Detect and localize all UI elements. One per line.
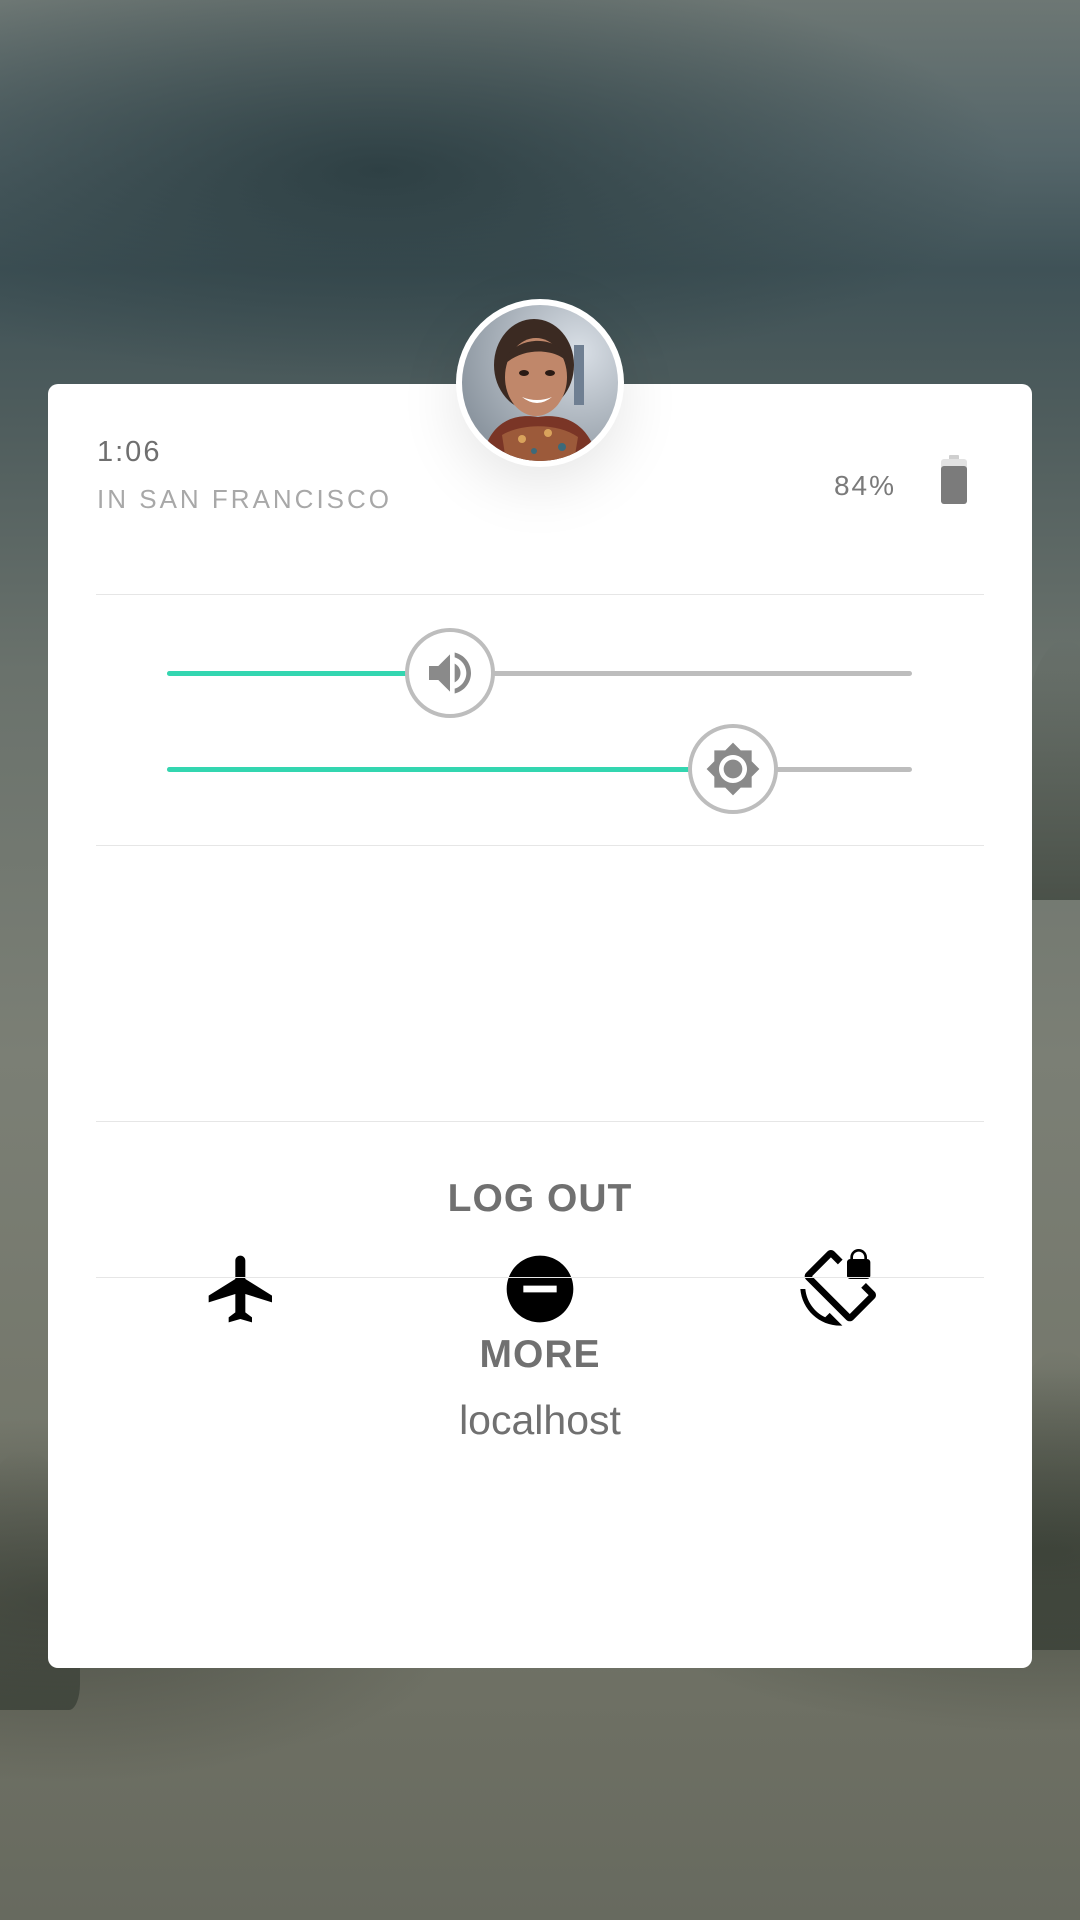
battery-percent: 84% — [833, 470, 896, 501]
brightness-thumb[interactable] — [688, 724, 778, 814]
brightness-slider[interactable] — [167, 724, 912, 814]
battery-icon — [940, 455, 968, 505]
logout-button[interactable]: LOG OUT — [96, 1122, 984, 1276]
brightness-icon — [706, 742, 760, 796]
more-button[interactable]: MORE — [96, 1278, 984, 1432]
brightness-fill — [167, 767, 733, 772]
lock-screen: 1:06 IN SAN FRANCISCO 84% localhost LOG … — [0, 0, 1080, 1920]
divider — [96, 594, 984, 595]
clock-time: 1:06 — [97, 436, 162, 468]
volume-slider[interactable] — [167, 628, 912, 718]
volume-thumb[interactable] — [405, 628, 495, 718]
user-avatar[interactable] — [456, 299, 624, 467]
divider — [96, 845, 984, 846]
volume-icon — [429, 652, 471, 694]
location-label: IN SAN FRANCISCO — [97, 484, 393, 514]
avatar-photo — [462, 305, 618, 461]
user-switcher-card: 1:06 IN SAN FRANCISCO 84% localhost LOG … — [48, 384, 1032, 1668]
